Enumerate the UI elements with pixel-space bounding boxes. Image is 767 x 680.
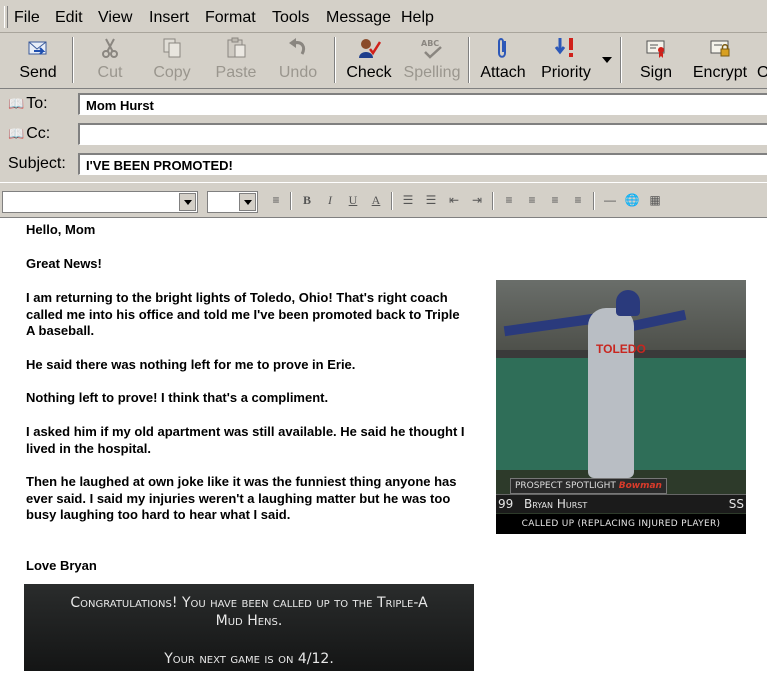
greeting-text: Hello, Mom: [26, 222, 96, 237]
menu-insert[interactable]: Insert: [149, 9, 189, 27]
undo-icon: [289, 38, 306, 55]
toolbar-separator: [620, 37, 622, 83]
check-names-icon: [359, 39, 381, 58]
certificate-sign-icon: [646, 40, 665, 58]
insert-picture-icon[interactable]: ▦: [647, 192, 663, 208]
priority-icon: [554, 38, 573, 57]
body-paragraph: He said there was nothing left for me to…: [26, 357, 356, 372]
attach-button[interactable]: Attach: [480, 35, 526, 85]
bold-button[interactable]: B: [299, 192, 315, 208]
send-button[interactable]: Send: [14, 35, 62, 85]
encrypt-button[interactable]: Encrypt: [690, 35, 750, 85]
undo-button[interactable]: Undo: [276, 35, 320, 85]
clipboard-icon: [227, 37, 246, 58]
subject-field[interactable]: I'VE BEEN PROMOTED!: [78, 153, 767, 175]
signoff-text: Love Bryan: [26, 558, 97, 573]
body-paragraph: I am returning to the bright lights of T…: [26, 290, 460, 338]
player-name: Bryan Hurst: [524, 497, 588, 511]
message-headers: 📖 To: Mom Hurst 📖 Cc: Subject: I'VE BEEN P…: [0, 89, 767, 182]
cc-field[interactable]: [78, 123, 767, 145]
toolbar: Send Cut Copy Paste Undo Check ABC Spell…: [0, 33, 767, 89]
callup-status: CALLED UP (REPLACING INJURED PLAYER): [496, 514, 746, 534]
svg-text:ABC: ABC: [421, 39, 439, 48]
menu-tools[interactable]: Tools: [272, 9, 309, 27]
bowman-logo: Bowman: [618, 481, 662, 491]
prospect-spotlight-tag: PROSPECT SPOTLIGHT Bowman: [510, 478, 667, 494]
copy-button[interactable]: Copy: [150, 35, 194, 85]
decrease-indent-icon[interactable]: ⇤: [446, 192, 462, 208]
send-icon: [28, 41, 47, 55]
menu-help[interactable]: Help: [401, 9, 434, 27]
to-label[interactable]: 📖 To:: [8, 95, 48, 113]
to-field[interactable]: Mom Hurst: [78, 93, 767, 115]
body-paragraph: Then he laughed at own joke like it was …: [26, 474, 457, 522]
body-paragraph: Great News!: [26, 256, 102, 271]
offline-button[interactable]: O: [757, 35, 767, 85]
player-number: 99: [498, 497, 514, 511]
message-body[interactable]: Hello, Mom Great News! I am returning to…: [0, 218, 767, 680]
justify-icon[interactable]: ≡: [570, 192, 586, 208]
congratulations-banner-image: Congratulations! You have been called up…: [24, 584, 474, 671]
cc-label[interactable]: 📖 Cc:: [8, 125, 50, 143]
menu-view[interactable]: View: [98, 9, 132, 27]
format-separator: [290, 192, 292, 210]
toolbar-separator: [334, 37, 336, 83]
chevron-down-icon[interactable]: [179, 193, 196, 211]
format-separator: [492, 192, 494, 210]
paragraph-style-icon[interactable]: ≡: [268, 192, 284, 208]
player-position: SS: [728, 497, 744, 511]
subject-label: Subject:: [8, 155, 66, 172]
player-helmet: [616, 290, 640, 316]
insert-link-icon[interactable]: 🌐: [624, 192, 640, 208]
jersey-lettering: TOLEDO: [596, 342, 646, 356]
bulleted-list-icon[interactable]: ☰: [423, 192, 439, 208]
horizontal-line-icon[interactable]: —: [602, 192, 618, 208]
priority-button[interactable]: Priority: [538, 35, 594, 85]
menu-format[interactable]: Format: [205, 9, 256, 27]
menu-file[interactable]: File: [14, 9, 40, 27]
align-center-icon[interactable]: ≡: [524, 192, 540, 208]
copy-icon: [163, 38, 181, 58]
player-callup-image: TOLEDO PROSPECT SPOTLIGHT Bowman 99 Brya…: [496, 280, 746, 534]
paperclip-icon: [498, 38, 506, 58]
banner-line: Mud Hens.: [215, 613, 283, 629]
chevron-down-icon[interactable]: [239, 193, 256, 211]
address-book-icon[interactable]: 📖: [8, 96, 24, 111]
check-names-button[interactable]: Check: [346, 35, 392, 85]
menu-bar: File Edit View Insert Format Tools Messa…: [0, 0, 767, 33]
format-separator: [391, 192, 393, 210]
banner-line: Your next game is on 4/12.: [164, 651, 334, 667]
increase-indent-icon[interactable]: ⇥: [469, 192, 485, 208]
align-right-icon[interactable]: ≡: [547, 192, 563, 208]
toolbar-separator: [72, 37, 74, 83]
align-left-icon[interactable]: ≡: [501, 192, 517, 208]
player-nameplate: 99 Bryan Hurst SS: [496, 494, 746, 513]
body-paragraph: I asked him if my old apartment was stil…: [26, 424, 465, 456]
format-separator: [593, 192, 595, 210]
font-family-select[interactable]: [2, 191, 198, 213]
formatting-toolbar: ≡ B I U A ☰ ☰ ⇤ ⇥ ≡ ≡ ≡ ≡ — 🌐 ▦: [0, 182, 767, 218]
spelling-icon: ABC: [421, 39, 442, 59]
underline-button[interactable]: U: [345, 192, 361, 208]
scissors-icon: [102, 38, 118, 58]
menu-message[interactable]: Message: [326, 9, 391, 27]
font-color-button[interactable]: A: [368, 192, 384, 208]
priority-dropdown-arrow-icon[interactable]: [602, 57, 612, 63]
menu-grip: [4, 6, 8, 28]
banner-line: Congratulations! You have been called up…: [70, 595, 428, 611]
encrypt-lock-icon: [710, 40, 730, 57]
body-paragraph: Nothing left to prove! I think that's a …: [26, 390, 329, 405]
toolbar-separator: [468, 37, 470, 83]
paste-button[interactable]: Paste: [214, 35, 258, 85]
numbered-list-icon[interactable]: ☰: [400, 192, 416, 208]
menu-edit[interactable]: Edit: [55, 9, 83, 27]
font-size-select[interactable]: [207, 191, 258, 213]
player-figure: [588, 308, 634, 478]
sign-button[interactable]: Sign: [636, 35, 676, 85]
address-book-icon[interactable]: 📖: [8, 126, 24, 141]
italic-button[interactable]: I: [322, 192, 338, 208]
spelling-button[interactable]: ABC Spelling: [402, 35, 462, 85]
cut-button[interactable]: Cut: [90, 35, 130, 85]
